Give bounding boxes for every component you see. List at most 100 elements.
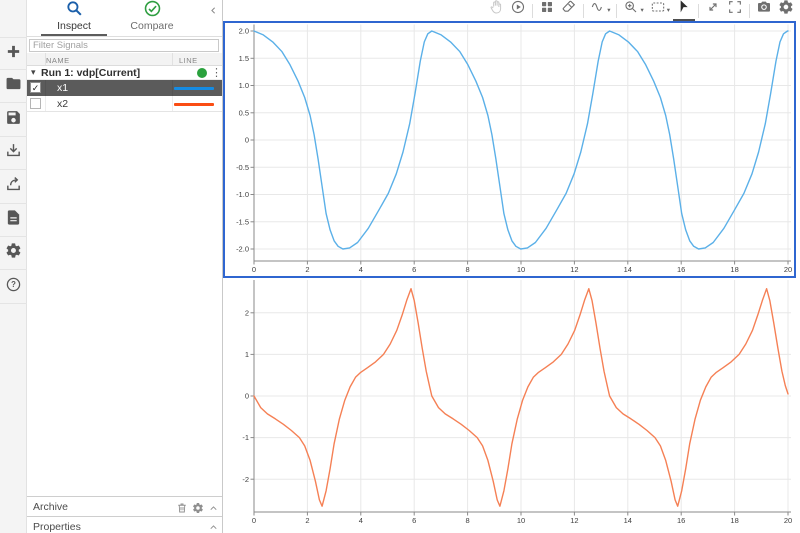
- zoom-in-button[interactable]: ▾: [620, 0, 646, 21]
- expand-diagonal-button[interactable]: [702, 0, 724, 21]
- camera-button[interactable]: [753, 0, 775, 21]
- app-toolstrip: ?: [0, 0, 27, 533]
- signal-row-x2[interactable]: x2: [27, 96, 222, 112]
- cursor-arrow-icon: [676, 0, 692, 20]
- chevron-down-icon[interactable]: ▾: [667, 6, 670, 14]
- svg-text:16: 16: [677, 516, 685, 525]
- svg-text:-2.0: -2.0: [236, 245, 249, 254]
- save-icon: [5, 109, 22, 131]
- line-swatch-x2[interactable]: [174, 102, 214, 106]
- import-button[interactable]: [0, 137, 27, 171]
- svg-text:4: 4: [359, 516, 363, 525]
- svg-text:8: 8: [466, 516, 470, 525]
- svg-text:-1.5: -1.5: [236, 217, 249, 226]
- svg-text:12: 12: [570, 516, 578, 525]
- svg-text:16: 16: [677, 265, 685, 274]
- svg-text:1.0: 1.0: [239, 81, 249, 90]
- svg-text:6: 6: [412, 516, 416, 525]
- preferences-icon: [5, 242, 22, 264]
- chevron-down-icon[interactable]: ▾: [640, 6, 643, 14]
- svg-text:2: 2: [305, 516, 309, 525]
- camera-icon: [756, 0, 772, 20]
- help-icon: ?: [5, 276, 22, 298]
- cursor-arrow-button[interactable]: [673, 0, 695, 21]
- run-status-dot: [197, 68, 207, 78]
- help-button[interactable]: ?: [0, 271, 27, 304]
- tab-compare[interactable]: Compare: [119, 0, 185, 36]
- open-folder-button[interactable]: [0, 70, 27, 104]
- add-icon: [5, 43, 22, 65]
- import-icon: [5, 142, 22, 164]
- plot-panel-x2[interactable]: 0 2 4 6 8 10 12 14 16 18 20 2 1 0 -1 -2: [223, 278, 796, 533]
- add-button[interactable]: [0, 37, 27, 70]
- eraser-button[interactable]: [558, 0, 580, 21]
- svg-text:2: 2: [305, 265, 309, 274]
- chevron-left-icon[interactable]: [208, 3, 219, 21]
- save-button[interactable]: [0, 104, 27, 137]
- sidebar-tabs: Inspect Compare: [27, 0, 222, 37]
- properties-label: Properties: [33, 521, 81, 533]
- svg-text:18: 18: [730, 516, 738, 525]
- run-menu-kebab-icon[interactable]: ⋮: [211, 66, 222, 79]
- expand-diagonal-icon: [705, 0, 721, 20]
- signal-plot-x1[interactable]: 0 2 4 6 8 10 12 14 16 18 20 2.0 1.5 1.0 0.5 0 -0.5 -1.0 -1…: [225, 23, 794, 276]
- plot-settings-button[interactable]: [775, 0, 797, 21]
- fit-to-view-button[interactable]: ▾: [647, 0, 673, 21]
- replay-button[interactable]: [507, 0, 529, 21]
- archive-panel-header[interactable]: Archive: [27, 496, 222, 516]
- simulation-data-inspector-window: ? Inspect Compare NAME: [0, 0, 800, 533]
- archive-label: Archive: [33, 501, 69, 513]
- filter-signals-input[interactable]: [29, 39, 219, 52]
- svg-text:14: 14: [624, 265, 632, 274]
- caret-down-icon[interactable]: ▾: [31, 67, 36, 78]
- svg-text:18: 18: [730, 265, 738, 274]
- report-button[interactable]: [0, 204, 27, 237]
- svg-text:-1: -1: [242, 433, 249, 442]
- svg-text:-0.5: -0.5: [236, 163, 249, 172]
- toolbar-separator: [583, 3, 585, 18]
- checkbox-x2[interactable]: [30, 98, 41, 109]
- check-circle-icon: [143, 0, 162, 18]
- eraser-icon: [561, 0, 577, 20]
- replay-icon: [510, 0, 526, 20]
- tab-inspect[interactable]: Inspect: [41, 0, 107, 36]
- svg-text:10: 10: [517, 265, 525, 274]
- layout-grid-button[interactable]: [536, 0, 558, 21]
- open-folder-icon: [5, 75, 22, 97]
- svg-text:-1.0: -1.0: [236, 190, 249, 199]
- export-button[interactable]: [0, 171, 27, 204]
- svg-text:0: 0: [245, 136, 249, 145]
- preferences-button[interactable]: [0, 237, 27, 271]
- svg-text:2.0: 2.0: [239, 27, 249, 36]
- properties-chevron-up-icon[interactable]: [208, 520, 219, 533]
- signal-plot-x2[interactable]: 0 2 4 6 8 10 12 14 16 18 20210-1-2: [225, 280, 794, 531]
- svg-text:1: 1: [245, 350, 249, 359]
- fullscreen-button[interactable]: [724, 0, 746, 21]
- column-name: NAME: [46, 56, 70, 65]
- chevron-down-icon[interactable]: ▾: [607, 6, 610, 14]
- pan-button[interactable]: [485, 0, 507, 21]
- signal-wave-icon: [590, 0, 606, 20]
- svg-text:1.5: 1.5: [239, 54, 249, 63]
- signal-table-header: NAME LINE: [27, 53, 222, 66]
- tab-compare-label: Compare: [130, 20, 174, 32]
- svg-text:12: 12: [570, 265, 578, 274]
- svg-text:0: 0: [252, 516, 256, 525]
- signal-wave-button[interactable]: ▾: [587, 0, 613, 21]
- fullscreen-icon: [727, 0, 743, 20]
- run-row[interactable]: ▾ Run 1: vdp[Current] ⋮: [27, 66, 222, 80]
- export-icon: [5, 176, 22, 198]
- checkbox-x1[interactable]: ✓: [30, 82, 41, 93]
- plot-panel-x1[interactable]: 0 2 4 6 8 10 12 14 16 18 20 2.0 1.5 1.0 0.5 0 -0.5 -1.0 -1…: [223, 21, 796, 278]
- pan-icon: [488, 0, 504, 20]
- zoom-in-icon: [623, 0, 639, 20]
- signal-row-x1[interactable]: ✓ x1: [27, 80, 222, 96]
- report-icon: [5, 209, 22, 231]
- svg-text:6: 6: [412, 265, 416, 274]
- svg-text:4: 4: [359, 265, 363, 274]
- properties-panel-header[interactable]: Properties: [27, 516, 222, 533]
- svg-text:10: 10: [517, 516, 525, 525]
- line-swatch-x1[interactable]: [174, 86, 214, 90]
- toolbar-separator: [616, 3, 618, 18]
- svg-text:20: 20: [784, 516, 792, 525]
